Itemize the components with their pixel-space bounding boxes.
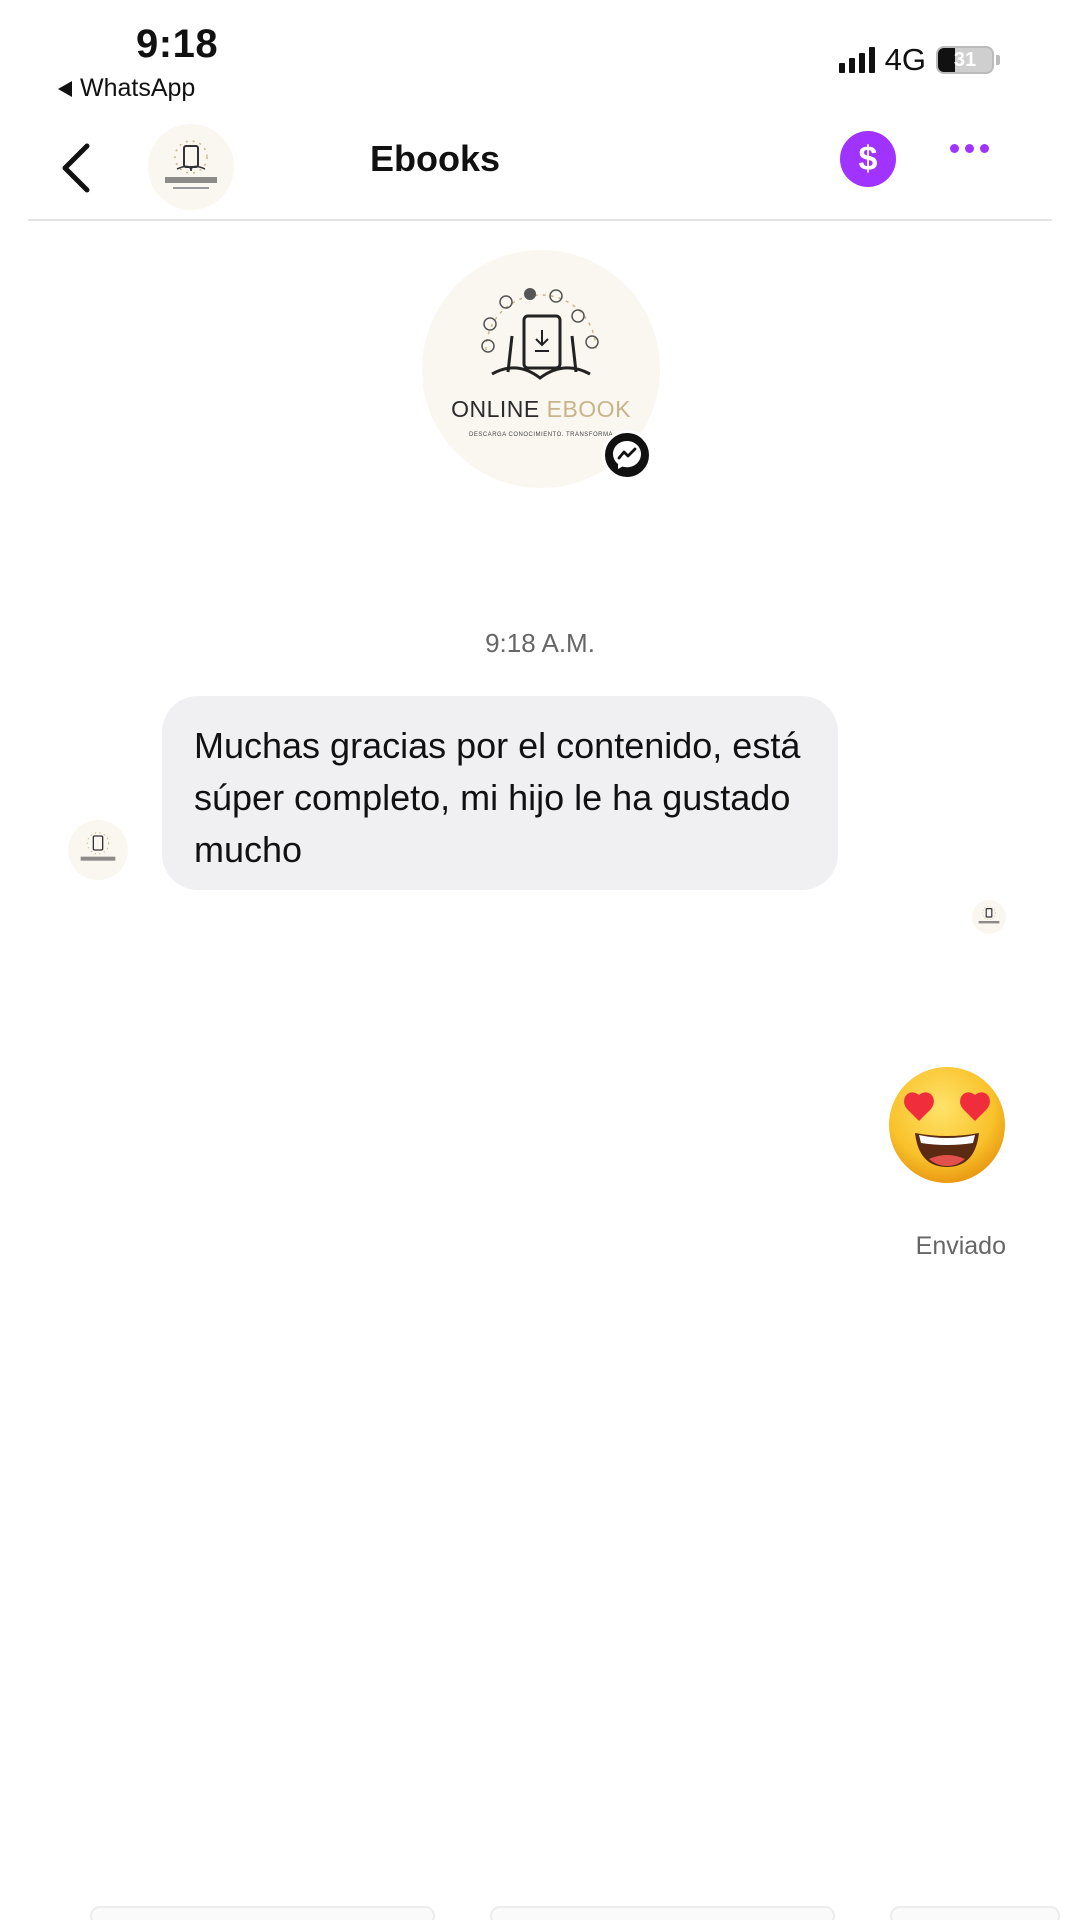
quick-reply-chip[interactable]	[490, 1906, 835, 1920]
signal-icon	[838, 47, 875, 73]
payment-button[interactable]: $	[840, 131, 896, 187]
more-dot-icon	[965, 144, 974, 153]
network-type: 4G	[884, 42, 926, 77]
chat-header: Ebooks $	[0, 118, 1080, 220]
battery-percentage: 31	[953, 48, 977, 71]
back-button[interactable]	[50, 138, 100, 198]
more-dot-icon	[980, 144, 989, 153]
quick-reply-chip[interactable]	[90, 1906, 435, 1920]
status-time: 9:18	[136, 22, 219, 66]
more-dot-icon	[950, 144, 959, 153]
back-app-label: WhatsApp	[80, 74, 196, 102]
outgoing-emoji-message[interactable]	[885, 1063, 1009, 1187]
ebook-logo-icon	[80, 832, 116, 861]
read-receipt-avatar	[972, 900, 1006, 934]
sent-status: Enviado	[915, 1232, 1006, 1260]
more-options-button[interactable]	[950, 144, 989, 153]
logo-word-online: ONLINE	[451, 396, 540, 422]
back-triangle-icon	[58, 80, 72, 97]
heart-eyes-emoji-icon	[889, 1067, 1005, 1183]
incoming-message-bubble[interactable]: Muchas gracias por el contenido, está sú…	[162, 696, 838, 890]
battery-icon: 31	[936, 46, 994, 74]
ebook-logo-icon	[165, 140, 217, 189]
status-indicators: 4G 31	[838, 42, 1000, 78]
messenger-badge	[602, 430, 652, 480]
sender-avatar[interactable]	[68, 820, 128, 880]
ebook-logo-icon	[481, 288, 599, 380]
chevron-left-icon	[62, 143, 90, 193]
message-timestamp: 9:18 A.M.	[485, 628, 595, 658]
header-divider	[28, 219, 1052, 221]
quick-reply-chip[interactable]	[890, 1906, 1060, 1920]
logo-wordmark: ONLINE EBOOK	[422, 396, 660, 423]
battery-cap	[996, 55, 1000, 65]
messenger-icon	[613, 441, 641, 469]
contact-avatar[interactable]	[148, 124, 234, 210]
logo-word-ebook: EBOOK	[546, 396, 631, 422]
back-to-app-link[interactable]: WhatsApp	[58, 74, 195, 103]
ebook-logo-icon	[978, 906, 1000, 924]
chat-title[interactable]: Ebooks	[370, 138, 500, 180]
dollar-icon: $	[858, 139, 878, 178]
